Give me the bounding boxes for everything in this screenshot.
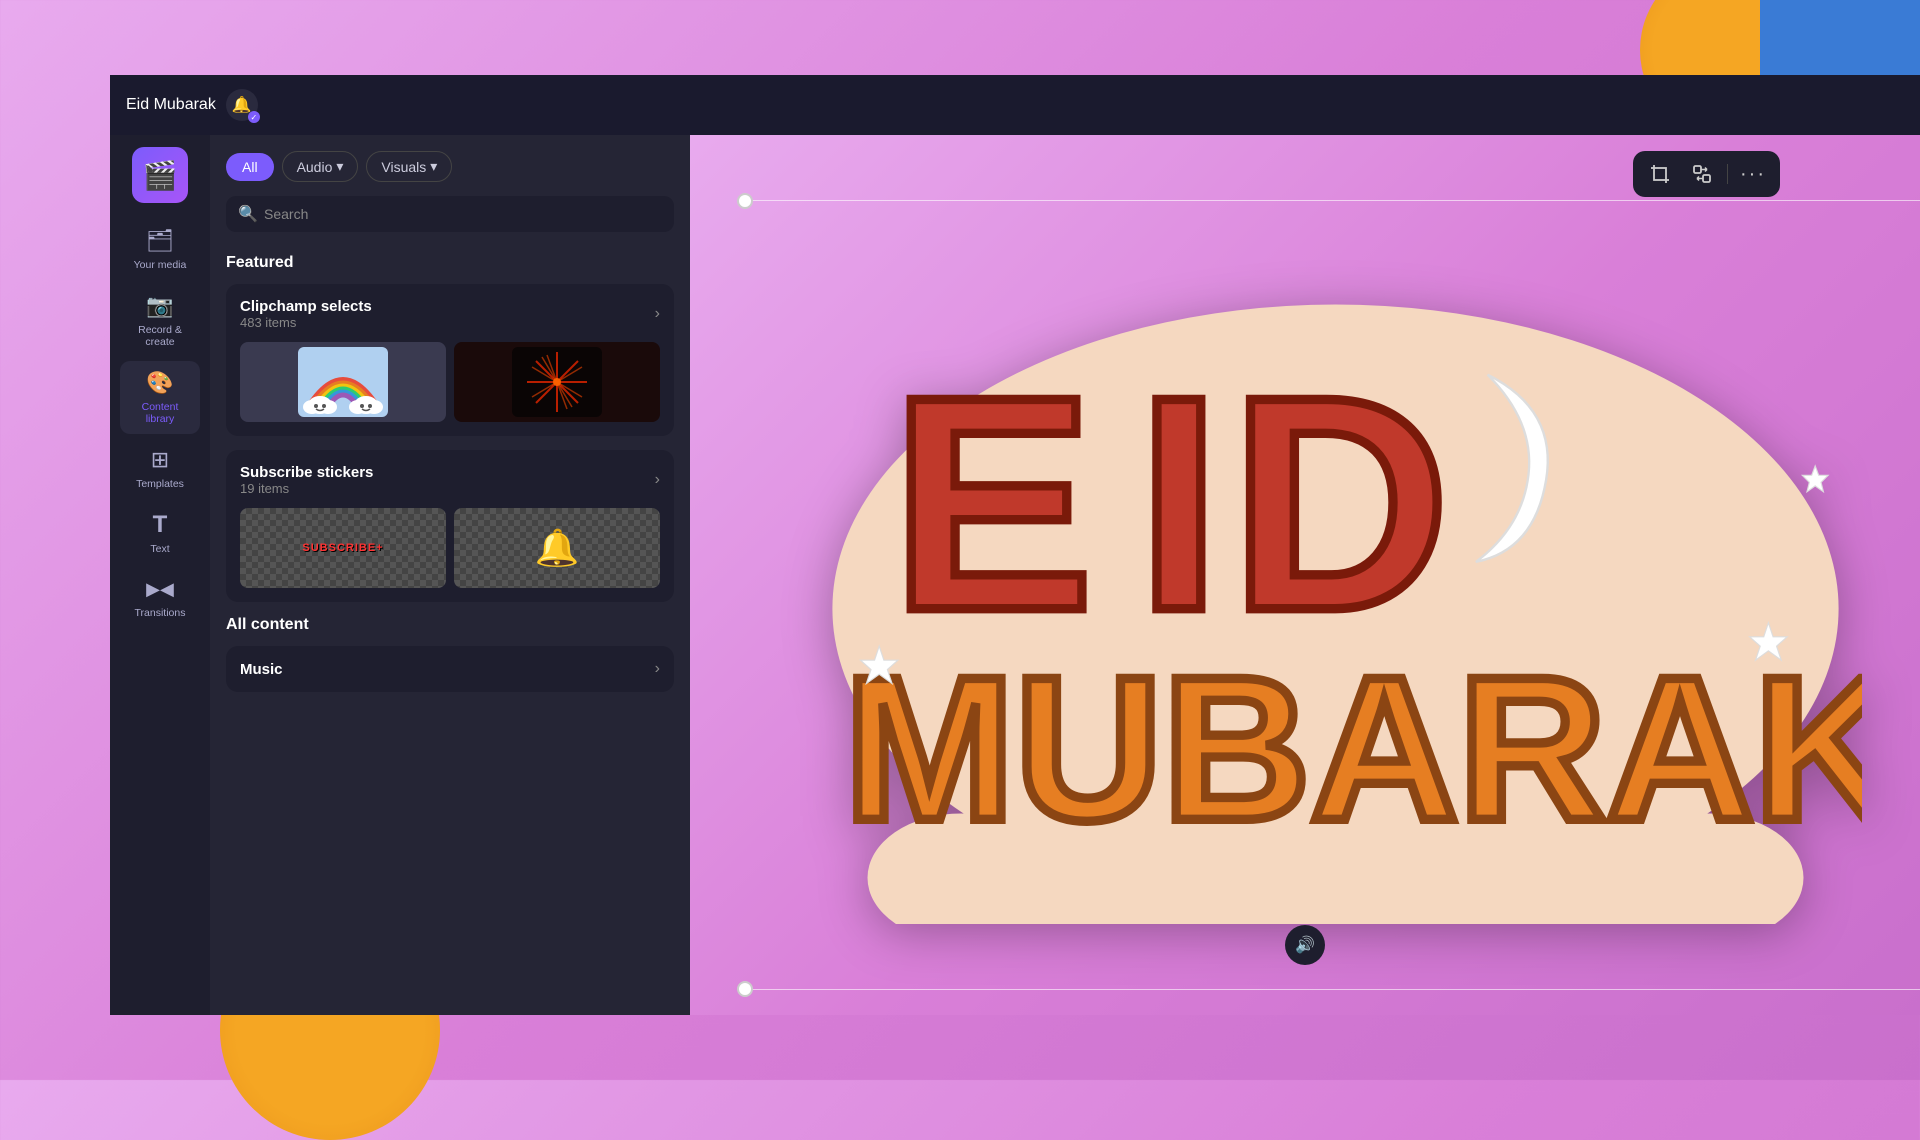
subscribe-stickers-info: Subscribe stickers 19 items (240, 464, 373, 496)
sync-icon-wrap[interactable]: 🔔 ✓ (226, 89, 258, 121)
eid-sticker-wrap: E I D MUBARAK (750, 185, 1920, 985)
clipchamp-selects-card[interactable]: Clipchamp selects 483 items › (226, 284, 674, 436)
canvas-toolbar: ··· (1633, 151, 1780, 197)
music-card[interactable]: Music › (226, 646, 674, 692)
sidebar-item-content-library[interactable]: 🎨 Contentlibrary (120, 361, 200, 434)
filter-tabs: All Audio ▾ Visuals ▾ (210, 135, 690, 182)
more-icon: ··· (1740, 163, 1766, 186)
svg-text:D: D (1230, 334, 1450, 673)
preview-rainbow (240, 342, 446, 422)
music-card-title: Music (240, 661, 283, 678)
toolbar-divider (1727, 164, 1728, 184)
crop-icon (1650, 164, 1670, 184)
record-create-label: Record &create (138, 324, 182, 349)
sync-check-icon: ✓ (248, 111, 260, 123)
clipchamp-selects-info: Clipchamp selects 483 items (240, 298, 372, 330)
svg-text:E: E (890, 334, 1093, 673)
text-icon: T (146, 511, 174, 539)
panel-content: Featured Clipchamp selects 483 items › (210, 246, 690, 1015)
clipchamp-selects-chevron: › (655, 305, 660, 323)
logo-icon: 🎬 (143, 159, 178, 192)
left-panel: All Audio ▾ Visuals ▾ 🔍 Featured (210, 135, 690, 1015)
rainbow-svg (298, 347, 388, 417)
preview-bell: 🔔 (454, 508, 660, 588)
app-container: Eid Mubarak 🔔 ✓ 🎬 🗂 Your media 📷 Record … (110, 75, 1920, 1015)
subscribe-stickers-title: Subscribe stickers (240, 464, 373, 481)
app-logo[interactable]: 🎬 (132, 147, 188, 203)
sidebar-item-templates[interactable]: ⊞ Templates (120, 438, 200, 499)
content-library-label: Contentlibrary (142, 401, 179, 426)
audio-wheel-symbol: 🔊 (1295, 935, 1315, 955)
clipchamp-selects-previews (240, 342, 660, 422)
sidebar-item-record-create[interactable]: 📷 Record &create (120, 284, 200, 357)
svg-text:MUBARAK: MUBARAK (844, 635, 1862, 863)
tab-visuals[interactable]: Visuals ▾ (366, 151, 452, 182)
transitions-icon: ▶◀ (146, 575, 174, 603)
templates-label: Templates (136, 478, 184, 491)
subscribe-stickers-previews: SUBSCRIBE+ 🔔 (240, 508, 660, 588)
preview-sparkle (454, 342, 660, 422)
tab-visuals-label: Visuals (381, 159, 426, 175)
templates-icon: ⊞ (146, 446, 174, 474)
music-chevron-icon: › (655, 660, 660, 678)
subscribe-stickers-chevron: › (655, 471, 660, 489)
subscribe-stickers-card[interactable]: Subscribe stickers 19 items › SUBSCRIBE+… (226, 450, 674, 602)
your-media-label: Your media (134, 259, 187, 272)
sidebar-icons: 🎬 🗂 Your media 📷 Record &create 🎨 Conten… (110, 135, 210, 1015)
search-icon: 🔍 (238, 204, 258, 224)
clipchamp-selects-title: Clipchamp selects (240, 298, 372, 315)
sidebar-item-your-media[interactable]: 🗂 Your media (120, 219, 200, 280)
canvas-area[interactable]: ··· (690, 135, 1920, 1015)
tab-all[interactable]: All (226, 153, 274, 181)
clipchamp-selects-header: Clipchamp selects 483 items › (240, 298, 660, 330)
sparkle-svg (512, 347, 602, 417)
subscribe-preview-text: SUBSCRIBE+ (302, 542, 383, 554)
your-media-icon: 🗂 (146, 227, 174, 255)
visuals-chevron-icon: ▾ (430, 158, 437, 175)
tab-audio[interactable]: Audio ▾ (282, 151, 359, 182)
audio-chevron-icon: ▾ (336, 158, 343, 175)
preview-subscribe: SUBSCRIBE+ (240, 508, 446, 588)
selection-line-bottom (745, 989, 1920, 990)
sidebar-item-text[interactable]: T Text (120, 503, 200, 564)
audio-wheel-icon[interactable]: 🔊 (1285, 925, 1325, 965)
crop-button[interactable] (1643, 157, 1677, 191)
tab-audio-label: Audio (297, 159, 333, 175)
search-input-wrap: 🔍 (226, 196, 674, 232)
subscribe-stickers-count: 19 items (240, 481, 373, 496)
bell-emoji: 🔔 (535, 527, 580, 569)
swap-button[interactable] (1685, 157, 1719, 191)
transitions-label: Transitions (135, 607, 186, 620)
featured-section-title: Featured (226, 254, 674, 272)
sidebar-item-transitions[interactable]: ▶◀ Transitions (120, 567, 200, 628)
all-content-title: All content (226, 616, 674, 634)
search-wrap: 🔍 (210, 182, 690, 246)
subscribe-stickers-header: Subscribe stickers 19 items › (240, 464, 660, 496)
eid-mubarak-svg: E I D MUBARAK (809, 246, 1862, 925)
content-library-icon: 🎨 (146, 369, 174, 397)
search-input[interactable] (226, 196, 674, 232)
text-label: Text (150, 543, 169, 556)
more-options-button[interactable]: ··· (1736, 157, 1770, 191)
svg-text:I: I (1136, 334, 1221, 673)
record-create-icon: 📷 (146, 292, 174, 320)
swap-icon (1692, 164, 1712, 184)
top-bar: Eid Mubarak 🔔 ✓ (110, 75, 1920, 135)
clipchamp-selects-count: 483 items (240, 315, 372, 330)
main-content: 🎬 🗂 Your media 📷 Record &create 🎨 Conten… (110, 135, 1920, 1015)
project-title-text: Eid Mubarak (126, 96, 216, 114)
project-title-wrap: Eid Mubarak 🔔 ✓ (126, 89, 258, 121)
